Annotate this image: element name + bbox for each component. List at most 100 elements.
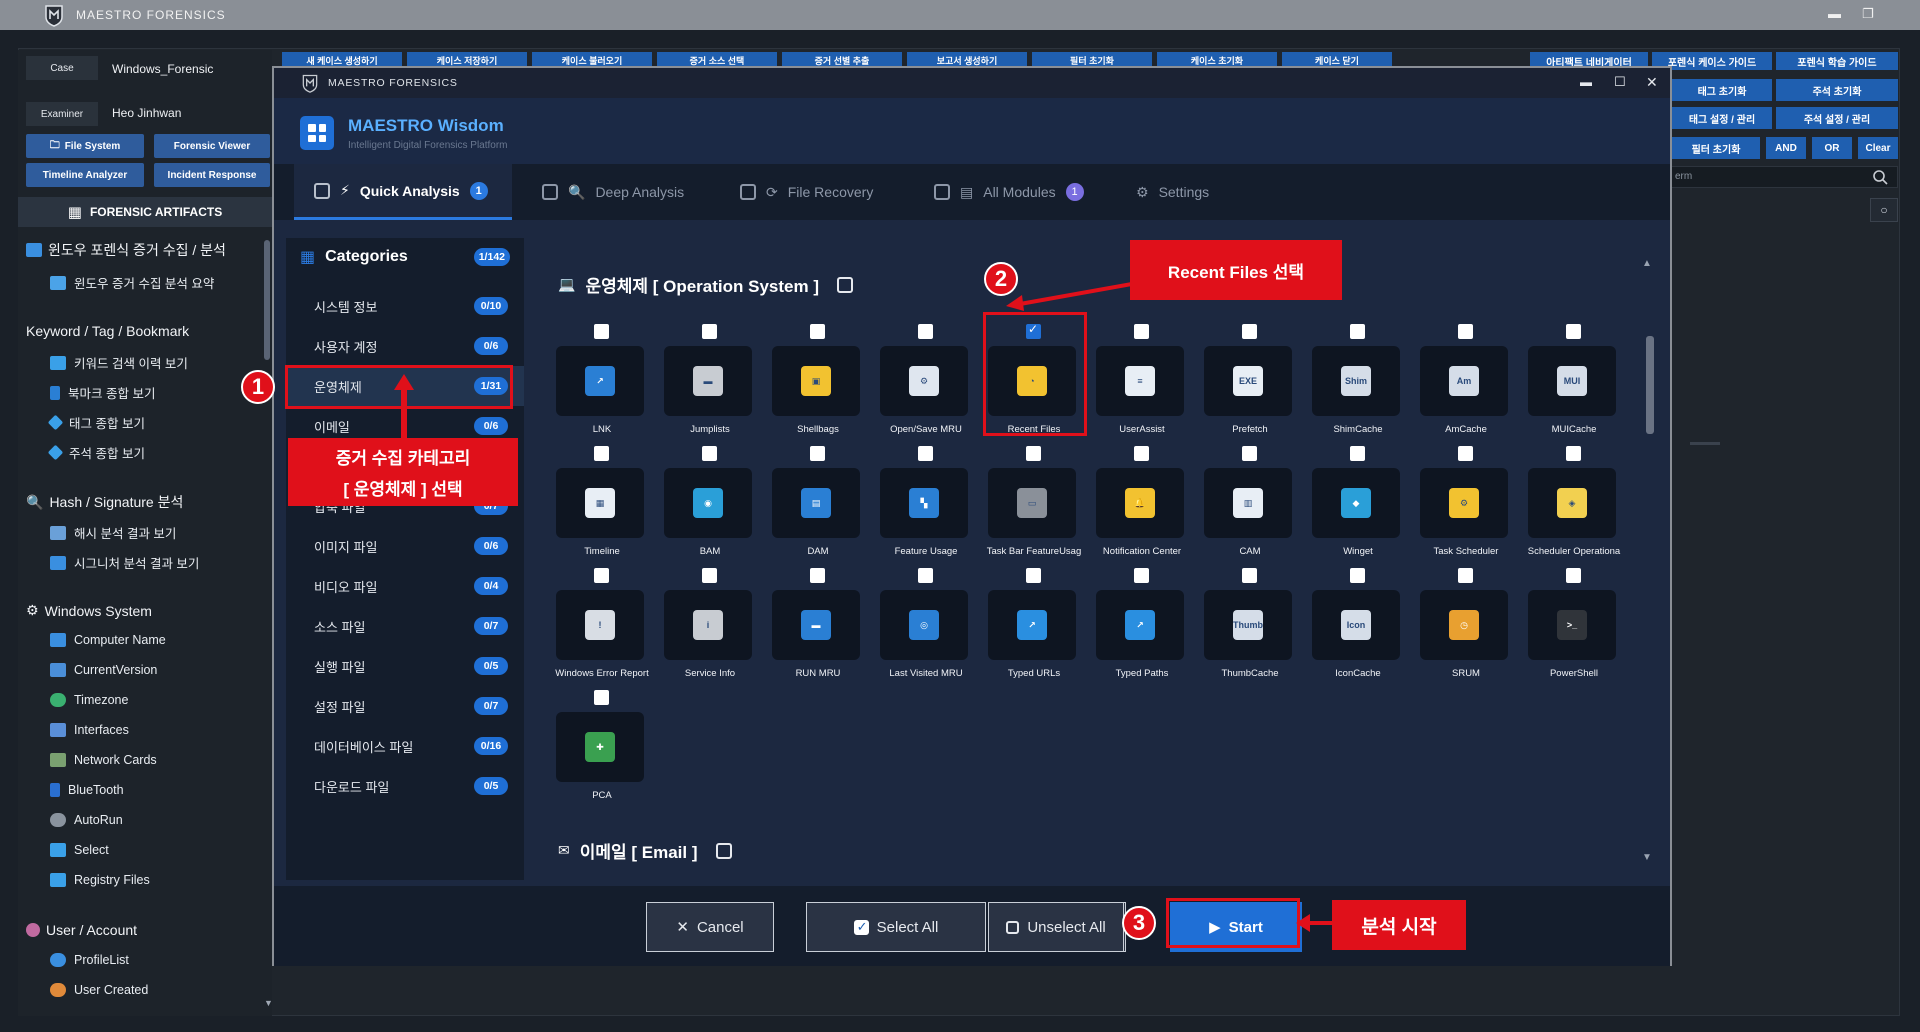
artifact-item[interactable]: ▦ Timeline — [550, 446, 654, 564]
artifact-checkbox[interactable] — [594, 324, 609, 339]
artifact-tile[interactable]: ▥ — [1204, 468, 1292, 538]
artifact-item[interactable]: ◉ BAM — [658, 446, 762, 564]
tree-item-select[interactable]: Select — [50, 843, 109, 857]
artifact-tile[interactable]: i — [664, 590, 752, 660]
tree-item-signature-results[interactable]: 시그니처 분석 결과 보기 — [50, 553, 199, 572]
artifact-tile[interactable]: ≡ — [1096, 346, 1184, 416]
tree-group-user-account[interactable]: User / Account — [26, 922, 137, 938]
artifact-checkbox[interactable] — [1350, 446, 1365, 461]
artifact-checkbox[interactable] — [1458, 446, 1473, 461]
scroll-up-icon[interactable]: ▲ — [1642, 258, 1652, 269]
artifact-checkbox[interactable] — [1350, 568, 1365, 583]
tree-item-network-cards[interactable]: Network Cards — [50, 753, 157, 767]
artifact-item[interactable]: ▬ RUN MRU — [766, 568, 870, 686]
artifact-checkbox[interactable] — [702, 446, 717, 461]
artifact-tile[interactable]: ▬ — [772, 590, 860, 660]
artifact-tile[interactable]: ! — [556, 590, 644, 660]
artifact-checkbox[interactable] — [1242, 568, 1257, 583]
scroll-down-icon[interactable]: ▼ — [264, 998, 273, 1008]
tab-deep-analysis[interactable]: 🔍 Deep Analysis — [542, 164, 684, 220]
artifact-checkbox[interactable] — [594, 446, 609, 461]
toggle-circle-button[interactable]: ○ — [1870, 198, 1898, 222]
category-item[interactable]: 실행 파일 0/5 — [286, 646, 524, 686]
category-item[interactable]: 이미지 파일 0/6 — [286, 526, 524, 566]
clear-button[interactable]: Clear — [1858, 137, 1898, 159]
artifact-checkbox[interactable] — [1458, 324, 1473, 339]
tree-item-timezone[interactable]: Timezone — [50, 693, 128, 707]
dialog-close-button[interactable]: ✕ — [1646, 74, 1658, 91]
artifact-item[interactable]: ▣ Shellbags — [766, 324, 870, 442]
tree-item-summary[interactable]: 윈도우 증거 수집 분석 요약 — [50, 273, 214, 292]
all-modules-checkbox[interactable] — [934, 184, 950, 200]
artifact-tile[interactable]: ◉ — [664, 468, 752, 538]
category-item[interactable]: 사용자 계정 0/6 — [286, 326, 524, 366]
artifact-checkbox[interactable] — [1566, 446, 1581, 461]
note-reset-button[interactable]: 주석 초기화 — [1776, 79, 1898, 101]
artifact-item[interactable]: ▚ Feature Usage — [874, 446, 978, 564]
tree-item-keyword-history[interactable]: 키워드 검색 이력 보기 — [50, 353, 188, 372]
category-item[interactable]: 비디오 파일 0/4 — [286, 566, 524, 606]
tree-group-windows-forensic[interactable]: 윈도우 포렌식 증거 수집 / 분석 — [26, 240, 226, 260]
tag-reset-button[interactable]: 태그 초기화 — [1672, 79, 1772, 101]
timeline-analyzer-button[interactable]: Timeline Analyzer — [26, 163, 144, 187]
minimize-button[interactable]: ▬ — [1828, 6, 1841, 21]
tree-item-current-version[interactable]: CurrentVersion — [50, 663, 157, 677]
artifact-checkbox[interactable] — [1242, 446, 1257, 461]
artifact-checkbox[interactable] — [594, 568, 609, 583]
artifact-item[interactable]: >_ PowerShell — [1522, 568, 1626, 686]
artifact-tile[interactable]: Am — [1420, 346, 1508, 416]
or-button[interactable]: OR — [1812, 137, 1852, 159]
artifact-checkbox[interactable] — [1566, 568, 1581, 583]
artifact-tile[interactable]: ↗ — [556, 346, 644, 416]
cancel-button[interactable]: ✕ Cancel — [646, 902, 774, 952]
artifact-checkbox[interactable] — [918, 568, 933, 583]
artifact-tile[interactable]: ◈ — [1528, 468, 1616, 538]
artifact-tile[interactable]: ⚙ — [880, 346, 968, 416]
artifact-tile[interactable]: ↗ — [988, 590, 1076, 660]
artifact-checkbox[interactable] — [918, 324, 933, 339]
artifact-tile[interactable]: ◆ — [1312, 468, 1400, 538]
artifact-checkbox[interactable] — [810, 324, 825, 339]
artifact-item[interactable]: ▬ Jumplists — [658, 324, 762, 442]
select-all-button[interactable]: Select All — [806, 902, 986, 952]
artifact-checkbox[interactable] — [810, 446, 825, 461]
artifact-tile[interactable]: ▬ — [664, 346, 752, 416]
category-item[interactable]: 시스템 정보 0/10 — [286, 286, 524, 326]
tab-all-modules[interactable]: ▤ All Modules 1 — [934, 164, 1084, 220]
quick-analysis-checkbox[interactable] — [314, 182, 330, 199]
category-item[interactable]: 다운로드 파일 0/5 — [286, 766, 524, 806]
category-item[interactable]: 데이터베이스 파일 0/16 — [286, 726, 524, 766]
artifact-item[interactable]: Thumb ThumbCache — [1198, 568, 1302, 686]
artifact-item[interactable]: ◈ Scheduler Operationa — [1522, 446, 1626, 564]
tree-item-interfaces[interactable]: Interfaces — [50, 723, 129, 737]
artifact-item[interactable]: ◆ Winget — [1306, 446, 1410, 564]
artifact-checkbox[interactable] — [918, 446, 933, 461]
artifact-tile[interactable]: ▣ — [772, 346, 860, 416]
artifact-checkbox[interactable] — [1134, 324, 1149, 339]
tree-item-notes[interactable]: 주석 종합 보기 — [47, 443, 145, 462]
artifact-tile[interactable]: ⚙ — [1420, 468, 1508, 538]
tab-settings[interactable]: ⚙ Settings — [1136, 164, 1209, 220]
artifact-item[interactable]: 🔔 Notification Center — [1090, 446, 1194, 564]
tree-item-user-created[interactable]: User Created — [50, 983, 148, 997]
artifact-tile[interactable]: ▭ — [988, 468, 1076, 538]
unselect-all-button[interactable]: Unselect All — [988, 902, 1124, 952]
artifact-tile[interactable]: ▦ — [556, 468, 644, 538]
artifact-checkbox[interactable] — [1350, 324, 1365, 339]
tree-item-autorun[interactable]: AutoRun — [50, 813, 123, 827]
artifact-tile[interactable]: ✚ — [556, 712, 644, 782]
tree-item-registry-files[interactable]: Registry Files — [50, 873, 150, 887]
forensic-viewer-button[interactable]: Forensic Viewer — [154, 134, 270, 158]
scroll-down-icon[interactable]: ▼ — [1642, 852, 1652, 863]
artifact-tile[interactable]: ▤ — [772, 468, 860, 538]
and-button[interactable]: AND — [1766, 137, 1806, 159]
deep-analysis-checkbox[interactable] — [542, 184, 558, 200]
section-email-checkbox[interactable] — [715, 842, 732, 859]
artifact-item[interactable]: MUI MUICache — [1522, 324, 1626, 442]
artifact-checkbox[interactable] — [810, 568, 825, 583]
artifact-item[interactable]: Shim ShimCache — [1306, 324, 1410, 442]
artifact-item[interactable]: Am AmCache — [1414, 324, 1518, 442]
artifact-checkbox[interactable] — [1134, 568, 1149, 583]
artifact-item[interactable]: ↗ Typed URLs — [982, 568, 1086, 686]
artifact-item[interactable]: ◎ Last Visited MRU — [874, 568, 978, 686]
